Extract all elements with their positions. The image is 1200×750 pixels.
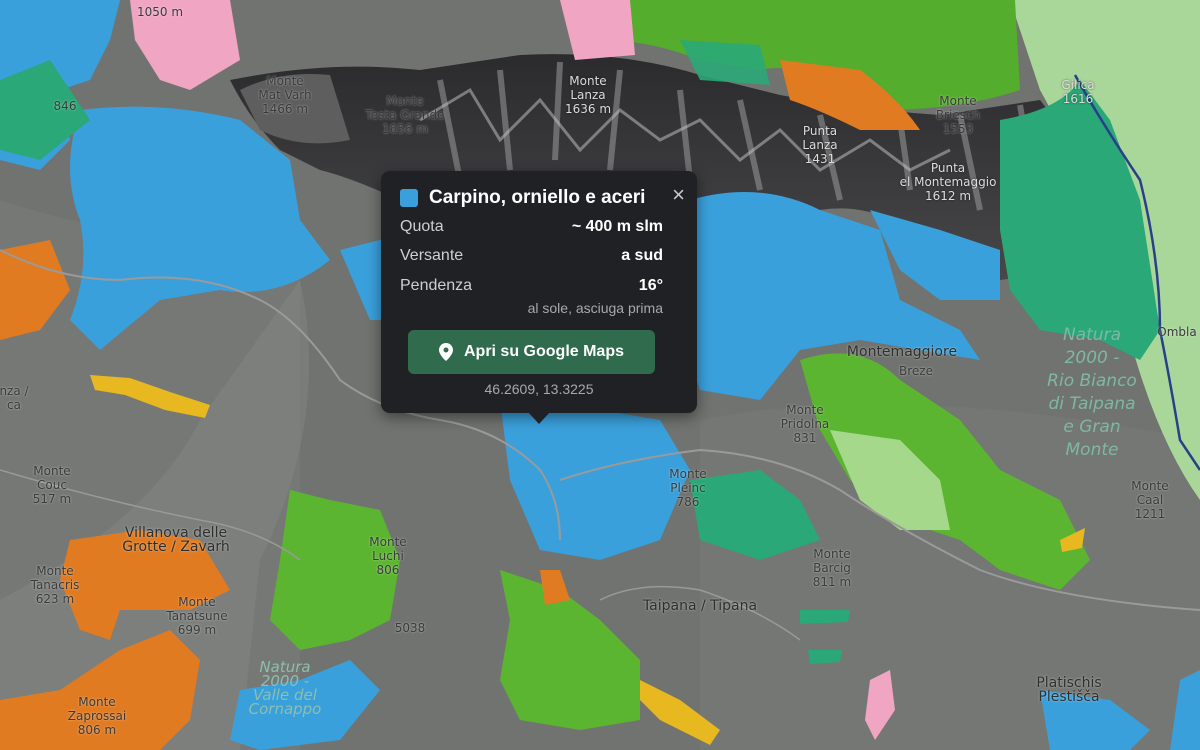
map-label: Monte Pridolna 831 xyxy=(780,403,830,445)
info-key: Pendenza xyxy=(400,277,473,294)
map-label: Monte Briesch 1553 xyxy=(935,94,981,136)
map-label: Monte Caal 1211 xyxy=(1131,479,1169,521)
info-row-pendenza: Pendenza 16° xyxy=(400,277,663,297)
info-key: Quota xyxy=(400,218,444,235)
button-label: Apri su Google Maps xyxy=(463,343,624,360)
info-value: 16° xyxy=(638,277,663,294)
popup-title: Carpino, orniello e aceri xyxy=(429,187,646,208)
open-google-maps-button[interactable]: Apri su Google Maps xyxy=(408,330,655,374)
map-pin-icon xyxy=(438,343,453,361)
map-label: Ombla xyxy=(1157,325,1197,339)
map-label: Monte Lanza 1636 m xyxy=(564,74,612,116)
place-label: Taipana / Tipana xyxy=(642,598,758,614)
place-label: Montemaggiore xyxy=(846,344,958,360)
map-label: Monte Luchi 806 xyxy=(369,535,407,577)
map-label: Punta Lanza 1431 xyxy=(802,124,838,166)
place-label: Platischis Plestišča xyxy=(1036,675,1102,705)
color-swatch xyxy=(400,189,418,207)
info-row-quota: Quota ~ 400 m slm xyxy=(400,218,663,238)
map-label: Monte Pleinc 786 xyxy=(669,467,707,509)
park-label: Natura 2000 - Valle del Cornappo xyxy=(248,658,322,718)
info-row-versante: Versante a sud xyxy=(400,247,663,267)
slope-note: al sole, asciuga prima xyxy=(527,300,663,316)
place-label: Villanova delle Grotte / Zavarh xyxy=(122,525,230,555)
coordinates: 46.2609, 13.3225 xyxy=(484,381,594,397)
map-label: Monte Tanacris 623 m xyxy=(30,564,80,606)
map-label: Monte Tanatsune 699 m xyxy=(166,595,228,637)
popup-header: Carpino, orniello e aceri xyxy=(400,187,685,209)
map-label: nza / ca xyxy=(0,384,29,412)
map-label: Gilica 1616 xyxy=(1061,78,1095,106)
popup-pointer xyxy=(528,412,550,424)
map-label: 1050 m xyxy=(136,5,184,19)
map-label: Monte Barcig 811 m xyxy=(812,547,852,589)
map-label: 5038 xyxy=(394,621,426,635)
info-key: Versante xyxy=(400,247,464,264)
map-label: Monte Mat Varh 1466 m xyxy=(258,74,312,116)
park-label: Natura 2000 - Rio Bianco di Taipana e Gr… xyxy=(1047,325,1137,460)
close-icon[interactable]: × xyxy=(672,184,685,206)
info-value: a sud xyxy=(621,247,663,264)
info-value: ~ 400 m slm xyxy=(571,218,663,235)
map-label: 846 xyxy=(53,99,77,113)
map-label: Punta el Montemaggio 1612 m xyxy=(899,161,997,203)
map-label: Breze xyxy=(899,364,933,378)
map-label: Monte Couc 517 m xyxy=(32,464,72,506)
map-label: Monte Zaprossai 806 m xyxy=(67,695,127,737)
map-label: Monte Testa Grande 1656 m xyxy=(365,94,445,136)
info-popup: Carpino, orniello e aceri × Quota ~ 400 … xyxy=(381,171,697,424)
